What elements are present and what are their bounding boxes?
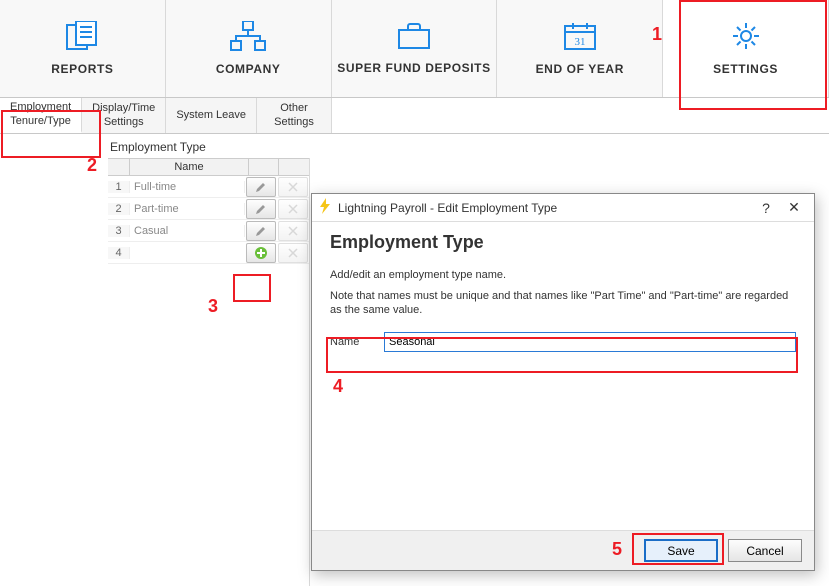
top-nav: REPORTS COMPANY SUPER FUND DEPOSITS (0, 0, 829, 98)
subtab-tenure-type[interactable]: Employment Tenure/Type (0, 98, 82, 133)
delete-button (278, 199, 308, 219)
close-button[interactable]: ✕ (780, 199, 808, 216)
calendar-icon: 31 (563, 21, 597, 54)
svg-text:31: 31 (574, 36, 585, 48)
delete-button (278, 243, 308, 263)
gear-icon (729, 21, 763, 54)
name-field-row: Name (330, 332, 796, 352)
dialog-footer: Save Cancel (312, 530, 814, 570)
delete-button (278, 177, 308, 197)
dialog-note: Note that names must be unique and that … (330, 289, 796, 318)
lightning-icon (318, 198, 332, 217)
nav-settings[interactable]: SETTINGS (663, 0, 829, 97)
subtab-display-time[interactable]: Display/Time Settings (82, 98, 166, 133)
name-input[interactable] (384, 332, 796, 352)
save-button[interactable]: Save (644, 539, 718, 562)
nav-reports[interactable]: REPORTS (0, 0, 166, 97)
edit-button[interactable] (246, 221, 276, 241)
subtab-system-leave[interactable]: System Leave (166, 98, 257, 133)
grid-row: 2 Part-time (108, 198, 309, 220)
company-icon (229, 21, 267, 54)
nav-endofyear[interactable]: 31 END OF YEAR (497, 0, 663, 97)
briefcase-icon (397, 22, 431, 53)
delete-button (278, 221, 308, 241)
name-field-label: Name (330, 336, 374, 348)
nav-superfund[interactable]: SUPER FUND DEPOSITS (332, 0, 498, 97)
dialog-title-text: Lightning Payroll - Edit Employment Type (338, 201, 752, 215)
dialog-description: Add/edit an employment type name. (330, 269, 796, 281)
nav-endofyear-label: END OF YEAR (536, 62, 624, 76)
subtabs: Employment Tenure/Type Display/Time Sett… (0, 98, 829, 134)
subtab-other-settings[interactable]: Other Settings (257, 98, 332, 133)
dialog-titlebar: Lightning Payroll - Edit Employment Type… (312, 194, 814, 222)
employment-type-grid: Name 1 Full-time 2 Part-time (0, 158, 310, 586)
nav-superfund-label: SUPER FUND DEPOSITS (337, 61, 490, 75)
nav-company-label: COMPANY (216, 62, 281, 76)
grid-row: 1 Full-time (108, 176, 309, 198)
add-button[interactable] (246, 243, 276, 263)
nav-settings-label: SETTINGS (713, 62, 778, 76)
grid-header-name: Name (130, 159, 249, 175)
grid-row: 4 (108, 242, 309, 264)
help-button[interactable]: ? (752, 200, 780, 216)
nav-company[interactable]: COMPANY (166, 0, 332, 97)
edit-button[interactable] (246, 177, 276, 197)
nav-reports-label: REPORTS (51, 62, 113, 76)
dialog-heading: Employment Type (330, 232, 796, 253)
cancel-button[interactable]: Cancel (728, 539, 802, 562)
reports-icon (65, 21, 99, 54)
grid-row: 3 Casual (108, 220, 309, 242)
page-title: Employment Type (0, 134, 829, 158)
edit-employment-type-dialog: Lightning Payroll - Edit Employment Type… (311, 193, 815, 571)
edit-button[interactable] (246, 199, 276, 219)
